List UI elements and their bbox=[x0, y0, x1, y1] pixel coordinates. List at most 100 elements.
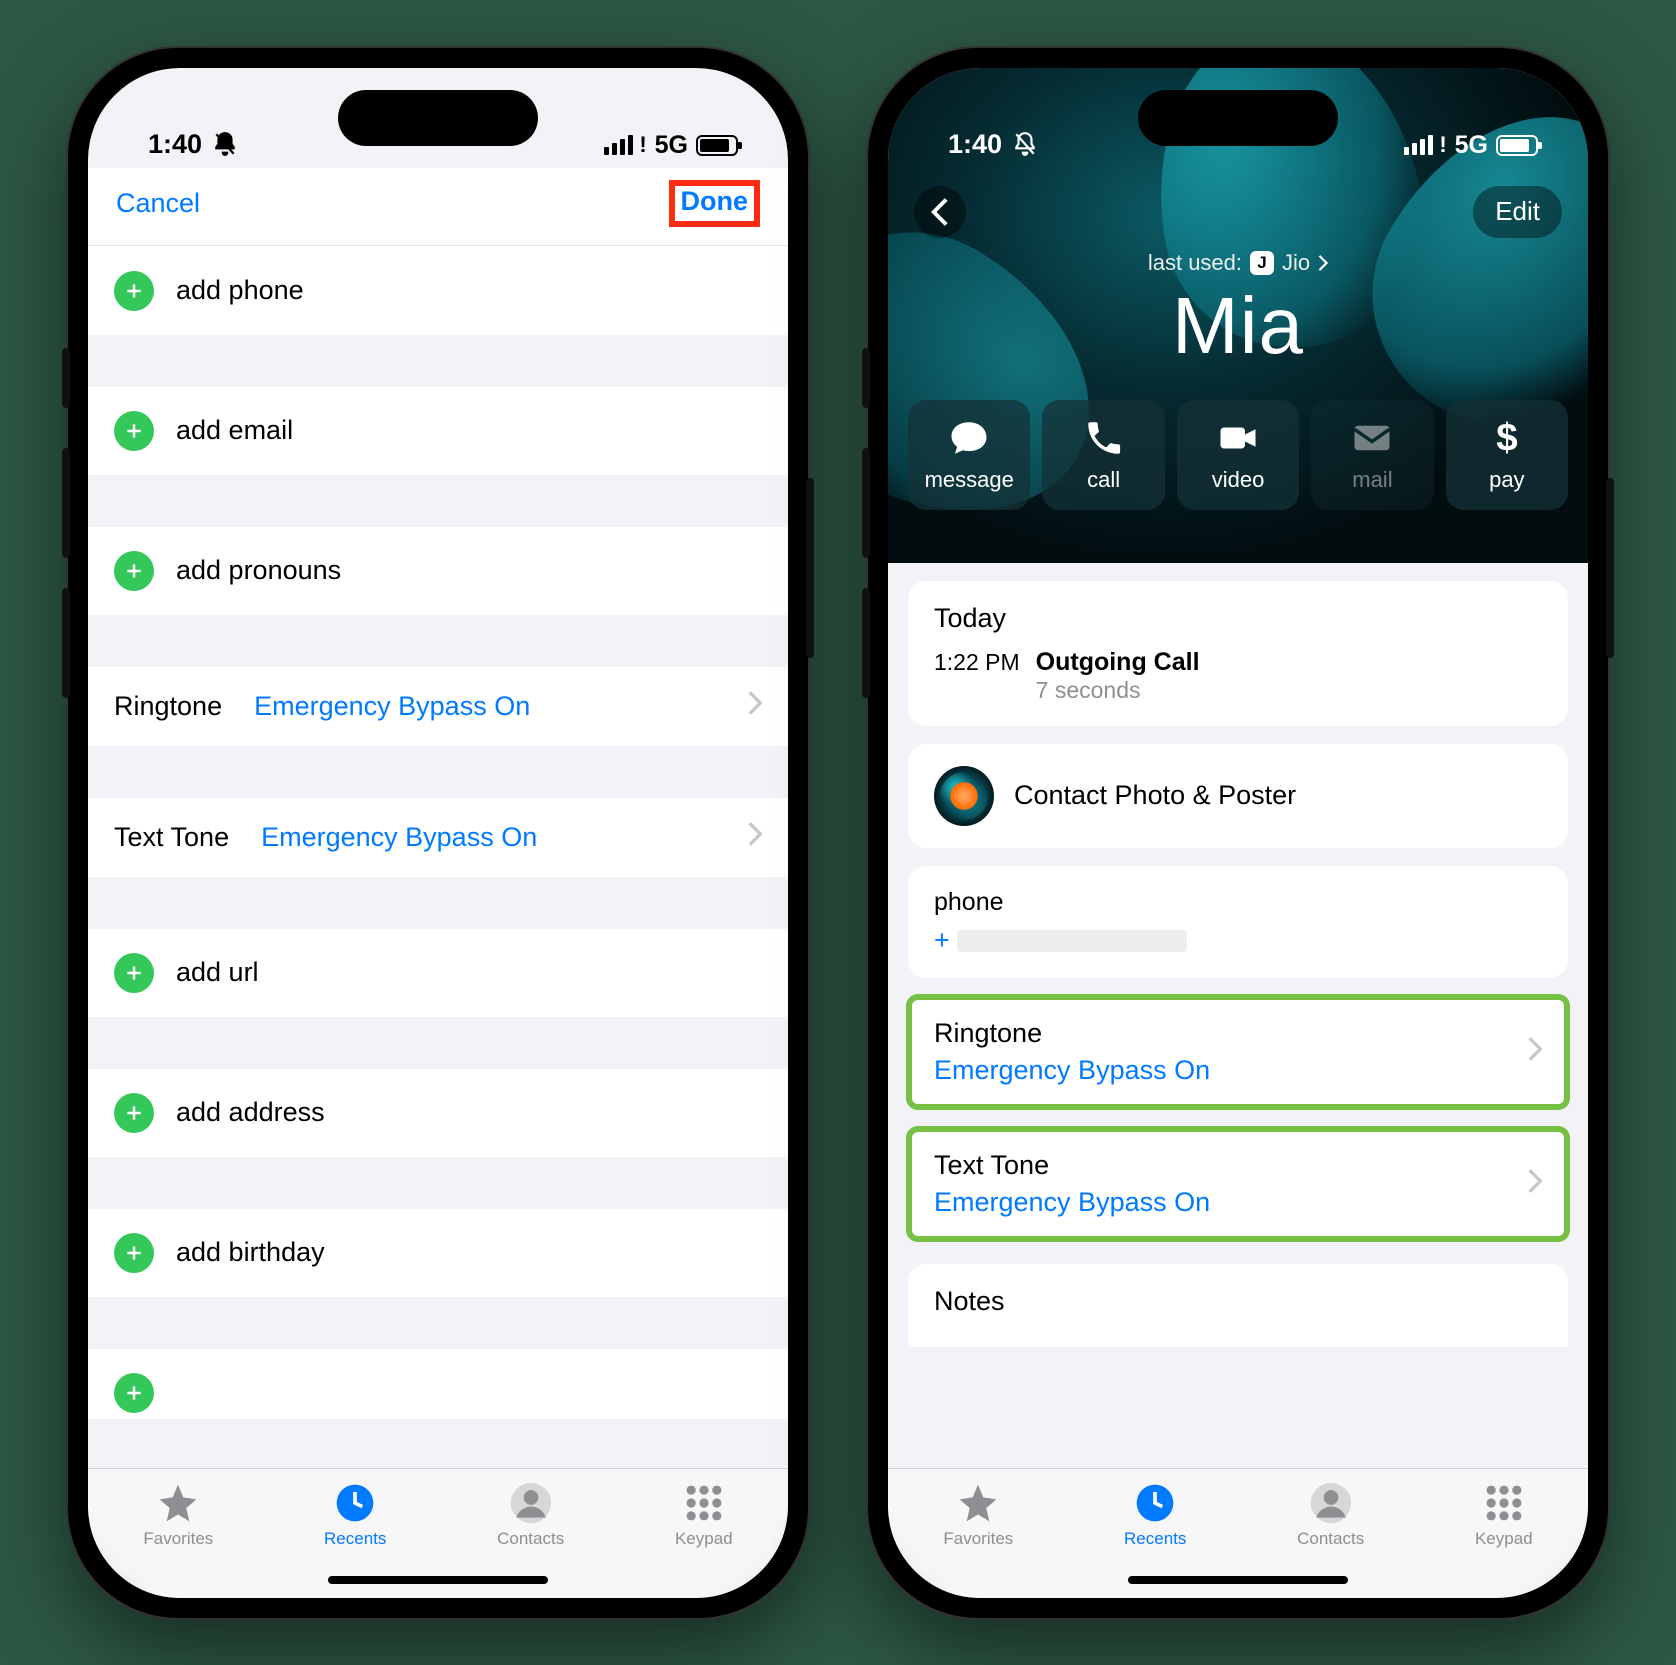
phone-label: phone bbox=[934, 888, 1542, 917]
chevron-right-icon bbox=[1528, 1037, 1542, 1066]
tab-label: Recents bbox=[1124, 1529, 1186, 1549]
plus-icon bbox=[114, 271, 154, 311]
tab-label: Contacts bbox=[1297, 1529, 1364, 1549]
action-label: video bbox=[1212, 467, 1265, 493]
add-phone-row[interactable]: add phone bbox=[88, 247, 788, 335]
plus-icon bbox=[114, 953, 154, 993]
done-button[interactable]: Done bbox=[681, 186, 749, 216]
done-highlight: Done bbox=[669, 180, 761, 227]
signal-icon bbox=[1404, 135, 1433, 155]
ringtone-label: Ringtone bbox=[114, 691, 222, 722]
texttone-highlight: Text Tone Emergency Bypass On bbox=[906, 1126, 1570, 1242]
signal-icon bbox=[604, 135, 633, 155]
star-icon bbox=[956, 1481, 1000, 1525]
phone-number-redacted bbox=[957, 930, 1187, 952]
phone-right: 1:40 ! 5G Edit last used: bbox=[868, 48, 1608, 1618]
phone-prefix: + bbox=[934, 925, 950, 955]
carrier-badge: J bbox=[1250, 251, 1274, 275]
add-address-label: add address bbox=[176, 1097, 325, 1128]
network-label: 5G bbox=[1455, 131, 1488, 160]
phone-left: 1:40 ! 5G Cancel Done add phone bbox=[68, 48, 808, 1618]
texttone-row[interactable]: Text Tone Emergency Bypass On bbox=[88, 798, 788, 877]
add-birthday-label: add birthday bbox=[176, 1237, 325, 1268]
chevron-right-icon bbox=[748, 822, 762, 853]
contact-name: Mia bbox=[888, 280, 1588, 372]
star-icon bbox=[156, 1481, 200, 1525]
tab-label: Favorites bbox=[943, 1529, 1013, 1549]
tab-label: Recents bbox=[324, 1529, 386, 1549]
ringtone-value: Emergency Bypass On bbox=[254, 691, 726, 722]
add-phone-label: add phone bbox=[176, 275, 304, 306]
message-icon bbox=[948, 417, 990, 459]
chevron-right-icon bbox=[748, 691, 762, 722]
ringtone-highlight: Ringtone Emergency Bypass On bbox=[906, 994, 1570, 1110]
home-indicator[interactable] bbox=[1128, 1576, 1348, 1584]
back-button[interactable] bbox=[914, 186, 966, 238]
add-birthday-row[interactable]: add birthday bbox=[88, 1209, 788, 1297]
silent-icon bbox=[1012, 131, 1038, 157]
last-used-row[interactable]: last used: J Jio bbox=[888, 250, 1588, 276]
action-message[interactable]: message bbox=[908, 400, 1030, 510]
plus-icon bbox=[114, 551, 154, 591]
call-kind: Outgoing Call bbox=[1036, 648, 1200, 677]
phone-card[interactable]: phone + bbox=[908, 866, 1568, 978]
tab-keypad[interactable]: Keypad bbox=[675, 1481, 733, 1598]
ringtone-row[interactable]: Ringtone Emergency Bypass On bbox=[88, 667, 788, 746]
add-address-row[interactable]: add address bbox=[88, 1069, 788, 1157]
notes-card[interactable]: Notes bbox=[908, 1264, 1568, 1347]
edit-label: Edit bbox=[1495, 196, 1540, 227]
contact-avatar bbox=[934, 766, 994, 826]
person-icon bbox=[509, 1481, 553, 1525]
status-time: 1:40 bbox=[948, 129, 1002, 160]
phone-icon bbox=[1083, 417, 1125, 459]
tab-label: Keypad bbox=[675, 1529, 733, 1549]
dynamic-island bbox=[338, 90, 538, 146]
dynamic-island bbox=[1138, 90, 1338, 146]
home-indicator[interactable] bbox=[328, 1576, 548, 1584]
tab-label: Keypad bbox=[1475, 1529, 1533, 1549]
plus-icon bbox=[114, 1373, 154, 1413]
chevron-left-icon bbox=[931, 198, 949, 226]
video-icon bbox=[1217, 417, 1259, 459]
dollar-icon: $ bbox=[1486, 417, 1528, 459]
signal-alert-icon: ! bbox=[1439, 132, 1446, 158]
add-pronouns-label: add pronouns bbox=[176, 555, 341, 586]
add-email-row[interactable]: add email bbox=[88, 387, 788, 475]
add-url-label: add url bbox=[176, 957, 259, 988]
add-url-row[interactable]: add url bbox=[88, 929, 788, 1017]
tab-keypad[interactable]: Keypad bbox=[1475, 1481, 1533, 1598]
signal-alert-icon: ! bbox=[639, 132, 646, 158]
last-used-prefix: last used: bbox=[1148, 250, 1242, 276]
texttone-row[interactable]: Text Tone Emergency Bypass On bbox=[912, 1132, 1564, 1236]
action-label: call bbox=[1087, 467, 1120, 493]
ringtone-row[interactable]: Ringtone Emergency Bypass On bbox=[912, 1000, 1564, 1104]
texttone-label: Text Tone bbox=[934, 1150, 1528, 1181]
action-label: message bbox=[925, 467, 1014, 493]
add-pronouns-row[interactable]: add pronouns bbox=[88, 527, 788, 615]
silent-icon bbox=[212, 131, 238, 157]
keypad-icon bbox=[682, 1481, 726, 1525]
ringtone-label: Ringtone bbox=[934, 1018, 1528, 1049]
edit-contact-form[interactable]: add phone add email add pronouns Rington… bbox=[88, 245, 788, 1468]
add-more-row[interactable] bbox=[88, 1349, 788, 1419]
network-label: 5G bbox=[655, 131, 688, 160]
edit-button[interactable]: Edit bbox=[1473, 186, 1562, 238]
clock-icon bbox=[1133, 1481, 1177, 1525]
action-video[interactable]: video bbox=[1177, 400, 1299, 510]
action-pay[interactable]: $ pay bbox=[1446, 400, 1568, 510]
action-mail: mail bbox=[1311, 400, 1433, 510]
cancel-button[interactable]: Cancel bbox=[116, 188, 200, 219]
tab-favorites[interactable]: Favorites bbox=[943, 1481, 1013, 1598]
tab-label: Contacts bbox=[497, 1529, 564, 1549]
plus-icon bbox=[114, 1233, 154, 1273]
photo-poster-row[interactable]: Contact Photo & Poster bbox=[908, 744, 1568, 848]
chevron-right-icon bbox=[1528, 1169, 1542, 1198]
battery-icon bbox=[696, 135, 738, 156]
status-time: 1:40 bbox=[148, 129, 202, 160]
action-call[interactable]: call bbox=[1042, 400, 1164, 510]
person-icon bbox=[1309, 1481, 1353, 1525]
mail-icon bbox=[1351, 417, 1393, 459]
svg-text:$: $ bbox=[1496, 417, 1517, 459]
action-label: mail bbox=[1352, 467, 1392, 493]
tab-favorites[interactable]: Favorites bbox=[143, 1481, 213, 1598]
